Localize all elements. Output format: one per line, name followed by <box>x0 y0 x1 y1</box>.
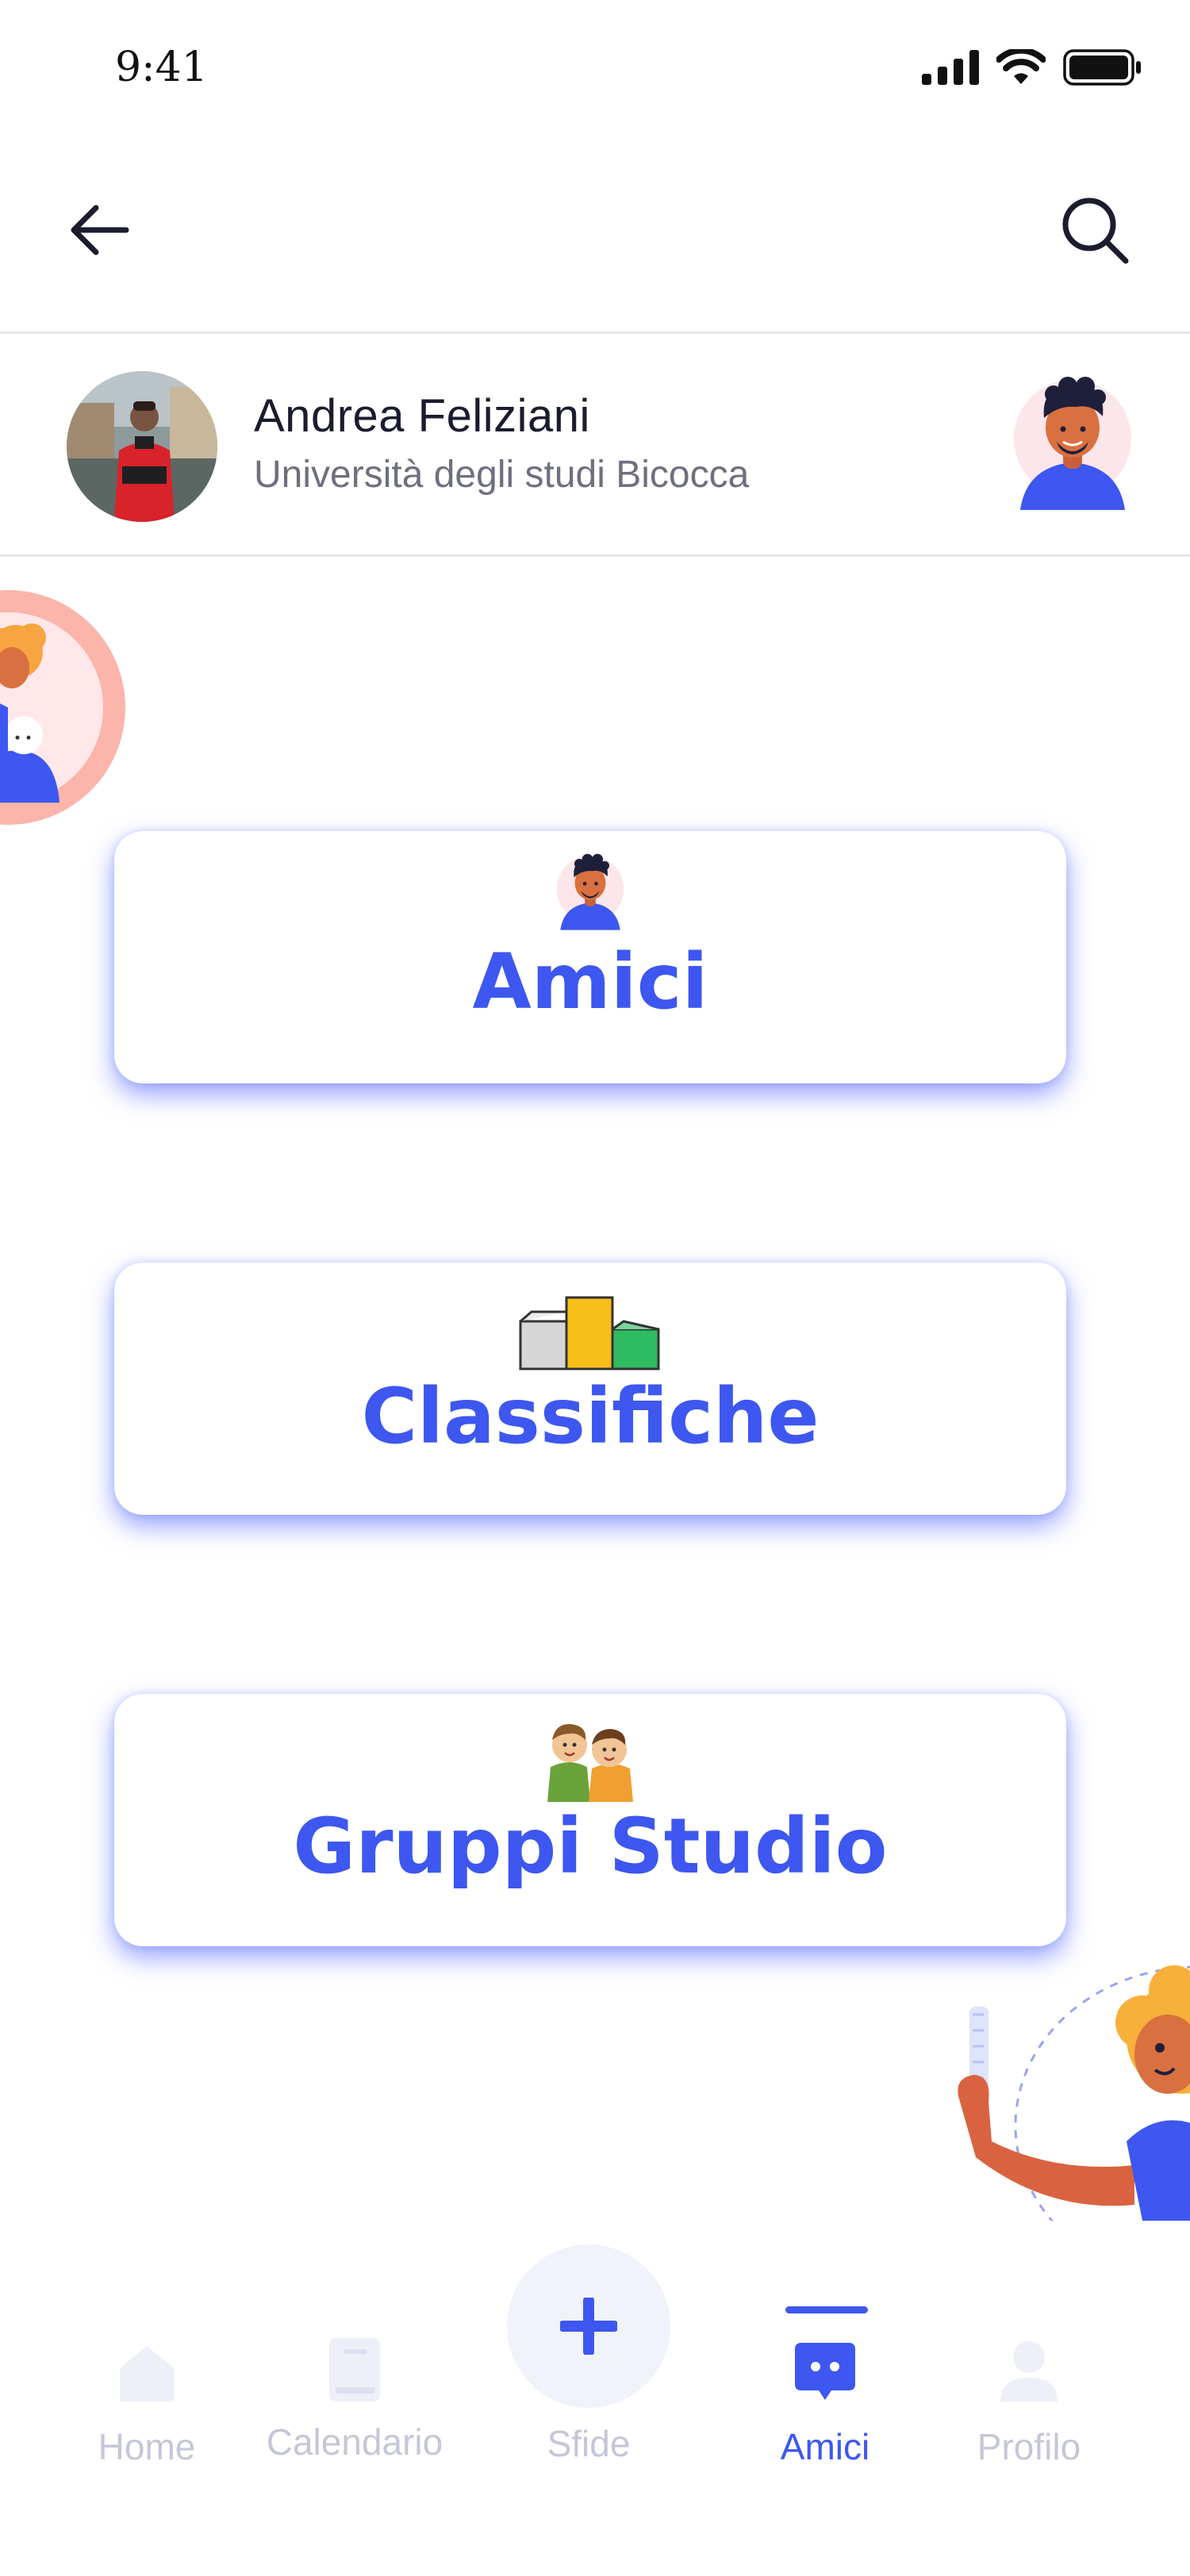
arrow-left-icon <box>71 205 129 255</box>
gruppi-studio-card[interactable]: Gruppi Studio <box>114 1694 1066 1946</box>
screen: 9:41 Andrea Feliziani Università degli s… <box>0 0 1190 2576</box>
podium-icon <box>519 1296 660 1370</box>
wifi-icon <box>996 49 1046 84</box>
amici-card[interactable]: Amici <box>114 831 1066 1083</box>
user-avatar-illustration[interactable] <box>1009 359 1136 526</box>
active-tab-indicator <box>785 2306 868 2313</box>
nav-home[interactable]: Home <box>44 2324 250 2468</box>
home-icon <box>120 2346 174 2402</box>
back-button[interactable] <box>63 194 135 266</box>
nav-sfide[interactable]: Sfide <box>486 2244 692 2465</box>
nav-amici-label: Amici <box>780 2426 870 2467</box>
status-icons <box>922 49 1142 86</box>
profile-row[interactable]: Andrea Feliziani Università degli studi … <box>0 332 1190 557</box>
nav-amici[interactable]: Amici <box>722 2306 928 2468</box>
user-icon <box>1000 2341 1058 2402</box>
nav-profilo[interactable]: Profilo <box>926 2324 1132 2468</box>
study-group-icon <box>547 1723 633 1802</box>
classifiche-card[interactable]: Classifiche <box>114 1263 1066 1515</box>
gruppi-studio-label: Gruppi Studio <box>293 1802 888 1891</box>
nav-calendario-label: Calendario <box>266 2421 443 2463</box>
nav-calendario[interactable]: Calendario <box>251 2324 458 2463</box>
book-icon <box>329 2338 380 2402</box>
nav-profilo-label: Profilo <box>977 2426 1081 2467</box>
status-time: 9:41 <box>115 44 208 91</box>
search-button[interactable] <box>1055 190 1134 270</box>
profile-university: Università degli studi Bicocca <box>254 454 750 496</box>
nav-sfide-label: Sfide <box>547 2423 631 2464</box>
decorative-friends-bubble <box>0 590 125 825</box>
bottom-navigation: Home Calendario Sfide Amici Profilo <box>0 2221 1190 2576</box>
chat-icon <box>795 2343 855 2400</box>
battery-icon <box>1063 49 1141 86</box>
profile-photo[interactable] <box>67 371 217 522</box>
signal-icon <box>922 50 979 85</box>
classifiche-label: Classifiche <box>361 1372 820 1461</box>
profile-name: Andrea Feliziani <box>254 390 590 442</box>
search-icon <box>1062 197 1129 264</box>
sfide-add-button[interactable] <box>507 2244 670 2408</box>
amici-label: Amici <box>472 937 708 1026</box>
friend-avatar-icon <box>556 853 624 930</box>
nav-home-label: Home <box>98 2426 196 2467</box>
plus-icon <box>560 2298 617 2355</box>
